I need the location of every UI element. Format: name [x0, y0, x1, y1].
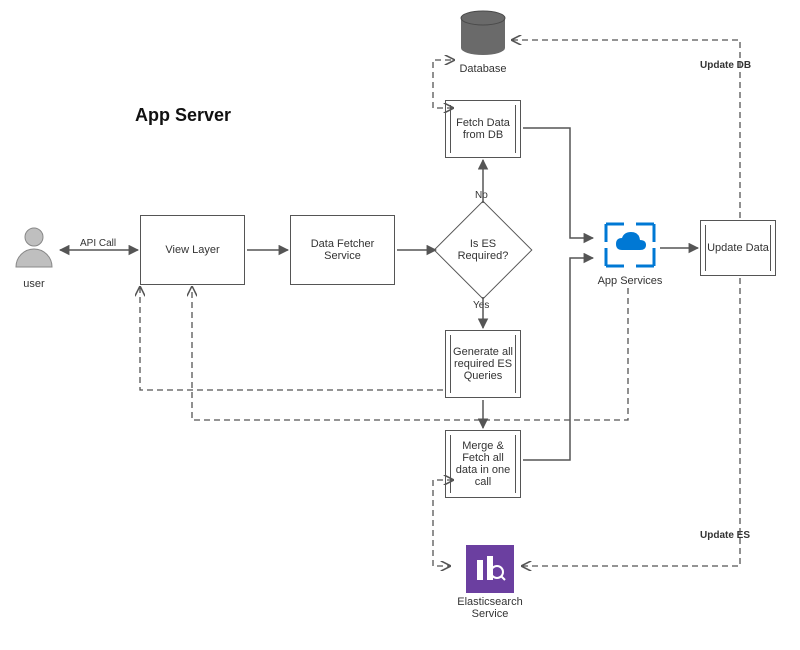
- es-service-label: Elasticsearch Service: [450, 596, 530, 620]
- view-layer-box: View Layer: [140, 215, 245, 285]
- es-required-decision: Is ES Required?: [448, 215, 518, 285]
- database-node: Database: [455, 10, 511, 75]
- data-fetcher-box: Data Fetcher Service: [290, 215, 395, 285]
- user-actor: user: [10, 225, 58, 290]
- update-data-box: Update Data: [700, 220, 776, 276]
- no-label: No: [475, 190, 488, 201]
- es-service-icon: [466, 545, 514, 593]
- data-fetcher-label: Data Fetcher Service: [295, 238, 390, 262]
- merge-fetch-box: Merge & Fetch all data in one call: [445, 430, 521, 498]
- es-service-node: Elasticsearch Service: [450, 545, 530, 620]
- gen-queries-box: Generate all required ES Queries: [445, 330, 521, 398]
- database-label: Database: [455, 63, 511, 75]
- diagram-title: App Server: [135, 105, 231, 126]
- database-icon: [455, 10, 511, 58]
- update-db-label: Update DB: [700, 60, 751, 71]
- app-services-icon: [602, 220, 658, 270]
- decision-label: Is ES Required?: [448, 238, 518, 262]
- yes-label: Yes: [473, 300, 489, 311]
- view-layer-label: View Layer: [165, 244, 219, 256]
- fetch-db-box: Fetch Data from DB: [445, 100, 521, 158]
- app-services-node: App Services: [595, 220, 665, 287]
- update-data-label: Update Data: [707, 242, 769, 254]
- app-services-label: App Services: [595, 275, 665, 287]
- fetch-db-label: Fetch Data from DB: [450, 117, 516, 141]
- merge-fetch-label: Merge & Fetch all data in one call: [450, 440, 516, 488]
- user-icon: [10, 225, 58, 273]
- api-call-label: API Call: [80, 238, 116, 249]
- gen-queries-label: Generate all required ES Queries: [450, 346, 516, 382]
- connectors: [0, 0, 800, 650]
- user-label: user: [10, 278, 58, 290]
- diagram-canvas: App Server user View Layer Data Fetcher …: [0, 0, 800, 650]
- update-es-label: Update ES: [700, 530, 750, 541]
